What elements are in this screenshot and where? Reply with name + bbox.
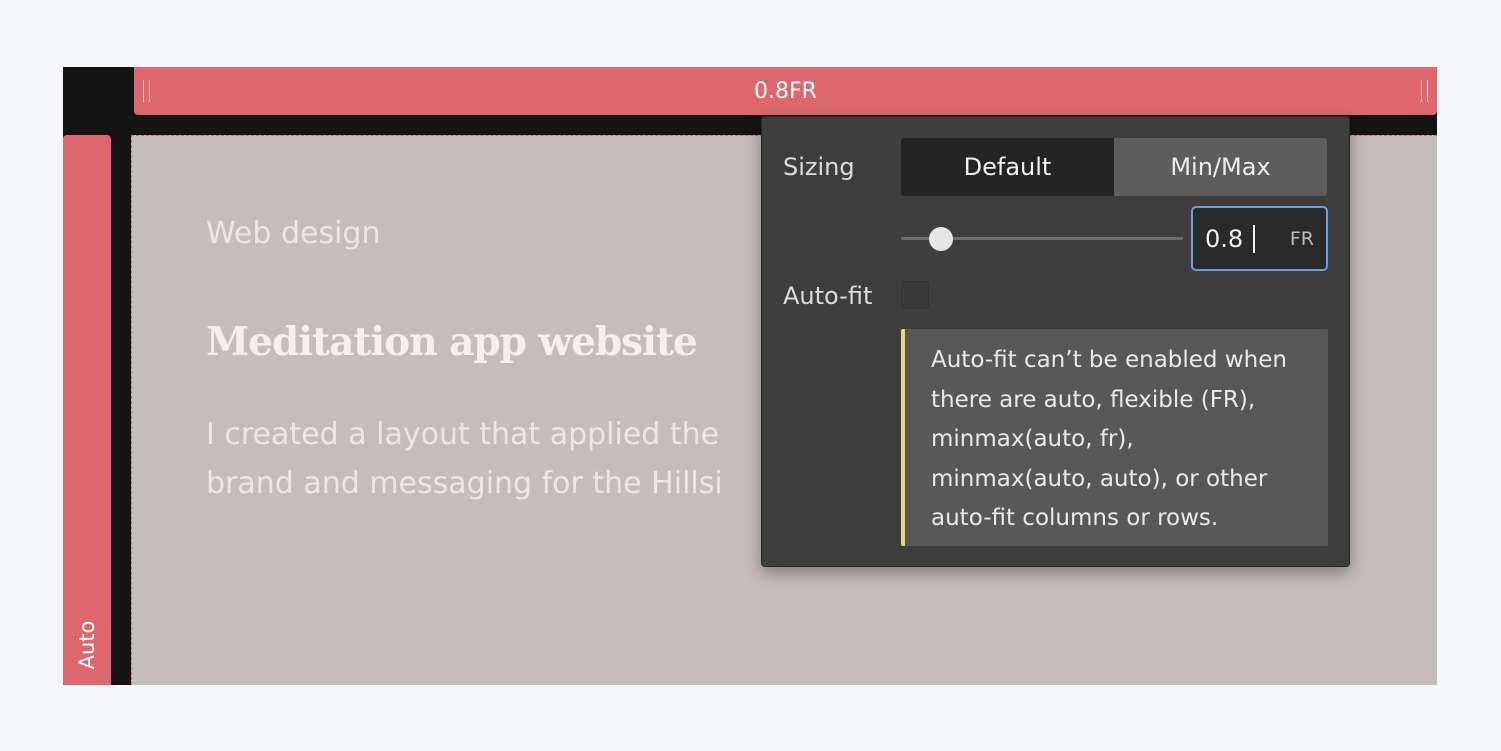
fr-unit-label: FR <box>1289 227 1314 250</box>
fr-value-input[interactable] <box>1193 224 1275 253</box>
fr-value-field[interactable]: FR <box>1191 206 1328 271</box>
project-category: Web design <box>206 216 381 251</box>
sizing-tab-default[interactable]: Default <box>901 138 1114 196</box>
project-title: Meditation app website <box>206 319 698 365</box>
autofit-checkbox[interactable] <box>901 281 929 309</box>
sizing-tab-minmax[interactable]: Min/Max <box>1114 138 1327 196</box>
description-line: I created a layout that applied the <box>206 417 720 452</box>
row-size-label: Auto <box>75 620 99 670</box>
autofit-warning-message: Auto-fit can’t be enabled when there are… <box>901 329 1328 546</box>
text-caret <box>1253 224 1255 253</box>
autofit-label: Auto-fit <box>783 282 873 310</box>
row-size-handle[interactable]: Auto <box>63 135 111 685</box>
sizing-mode-toggle: Default Min/Max <box>901 138 1327 196</box>
description-line: brand and messaging for the Hillsi <box>206 466 723 501</box>
column-size-label: 0.8FR <box>754 78 817 104</box>
column-sizing-popover: Sizing Default Min/Max FR Auto-fit Auto-… <box>761 116 1350 567</box>
fr-slider-thumb[interactable] <box>929 227 953 251</box>
project-description: I created a layout that applied the bran… <box>206 410 766 508</box>
sizing-label: Sizing <box>783 153 855 181</box>
column-size-handle[interactable]: 0.8FR <box>134 67 1437 115</box>
drag-grip-icon[interactable] <box>143 80 150 102</box>
drag-grip-icon[interactable] <box>1421 80 1428 102</box>
